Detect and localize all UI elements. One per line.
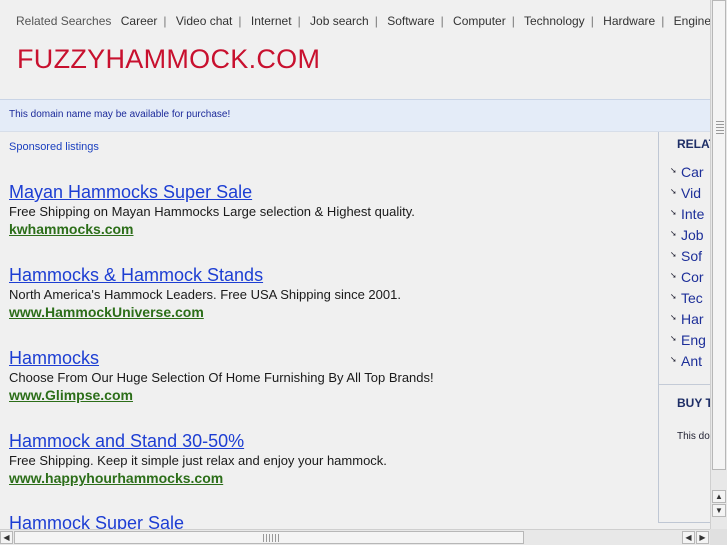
arrow-left-icon: ◀ [685,533,692,542]
scroll-left-button[interactable]: ◀ [0,531,13,544]
arrow-down-icon: ▼ [715,506,723,515]
sidebar-item-label: Job [681,227,704,243]
top-nav-link-technology[interactable]: Technology [524,14,585,28]
page-viewport: Related Searches Career | Video chat | Int… [0,0,710,529]
scrollbar-corner [710,529,727,545]
arrow-left-icon: ◀ [3,533,10,542]
top-nav-link-job-search[interactable]: Job search [310,14,369,28]
listing-item: Hammock and Stand 30-50% Free Shipping. … [9,430,387,487]
sidebar-divider [659,384,710,385]
horizontal-scrollbar[interactable]: ◀ ◀ ▶ [0,529,710,545]
sidebar-item[interactable]: ➘ Tec [670,290,706,311]
scroll-down-button[interactable]: ▼ [712,504,726,517]
top-nav-link-video-chat[interactable]: Video chat [176,14,233,28]
banner-text: This domain name may be available for pu… [9,109,231,120]
sidebar-related-list: ➘ Car ➘ Vid ➘ Inte ➘ Job ➘ Sof ➘ Cor ➘ Tec ➘ Har… [670,164,706,374]
top-nav-link-hardware[interactable]: Hardware [603,14,655,28]
listing-url-link[interactable]: kwhammocks.com [9,220,415,238]
vertical-scrollbar[interactable]: ▲ ▼ [710,0,727,529]
sidebar-item[interactable]: ➘ Inte [670,206,706,227]
sidebar-item[interactable]: ➘ Car [670,164,706,185]
arrow-icon: ➘ [670,187,677,196]
arrow-up-icon: ▲ [715,492,723,501]
listing-item: Mayan Hammocks Super Sale Free Shipping … [9,181,415,238]
sidebar-item-label: Car [681,164,704,180]
scroll-right-button[interactable]: ▶ [696,531,709,544]
arrow-icon: ➘ [670,292,677,301]
related-searches-label: Related Searches [16,14,112,28]
listing-title-link[interactable]: Hammocks & Hammock Stands [9,264,401,286]
sidebar-item-label: Sof [681,248,703,264]
sidebar-item-label: Ant [681,353,703,369]
top-nav-link-computer[interactable]: Computer [453,14,506,28]
scroll-up-button[interactable]: ▲ [712,490,726,503]
separator: | [440,14,444,28]
sidebar-item-label: Cor [681,269,704,285]
arrow-icon: ➘ [670,166,677,175]
separator: | [163,14,167,28]
separator: | [511,14,515,28]
arrow-icon: ➘ [670,229,677,238]
arrow-icon: ➘ [670,208,677,217]
sidebar-item[interactable]: ➘ Vid [670,185,706,206]
listing-description: Choose From Our Huge Selection Of Home F… [9,370,434,385]
sidebar-item[interactable]: ➘ Har [670,311,706,332]
separator: | [297,14,301,28]
listing-description: Free Shipping on Mayan Hammocks Large se… [9,204,415,219]
grip-icon [716,121,724,135]
sidebar-buy-text: This dom [677,431,710,442]
sponsored-listings-label: Sponsored listings [9,141,99,153]
listing-url-link[interactable]: www.happyhourhammocks.com [9,469,387,487]
sidebar-item[interactable]: ➘ Ant [670,353,706,374]
sidebar-item-label: Eng [681,332,706,348]
sidebar-item[interactable]: ➘ Eng [670,332,706,353]
separator: | [374,14,378,28]
sidebar-item[interactable]: ➘ Cor [670,269,706,290]
sidebar-item-label: Vid [681,185,701,201]
related-sidebar: RELAT ➘ Car ➘ Vid ➘ Inte ➘ Job ➘ Sof ➘ Cor ➘ Te… [658,132,710,523]
arrow-icon: ➘ [670,313,677,322]
top-nav-link-software[interactable]: Software [387,14,434,28]
domain-sale-banner: This domain name may be available for pu… [0,99,727,132]
arrow-icon: ➘ [670,355,677,364]
arrow-icon: ➘ [670,334,677,343]
listing-item: Hammocks Choose From Our Huge Selection … [9,347,434,404]
listing-title-link[interactable]: Mayan Hammocks Super Sale [9,181,415,203]
separator: | [238,14,242,28]
sidebar-item[interactable]: ➘ Job [670,227,706,248]
listing-title-link[interactable]: Hammock and Stand 30-50% [9,430,387,452]
sidebar-related-heading: RELAT [677,137,710,151]
listing-url-link[interactable]: www.Glimpse.com [9,386,434,404]
listing-item: Hammock Super Sale [9,512,184,529]
arrow-right-icon: ▶ [699,533,706,542]
sidebar-item-label: Har [681,311,704,327]
sidebar-item-label: Tec [681,290,703,306]
sidebar-item-label: Inte [681,206,705,222]
listing-item: Hammocks & Hammock Stands North America'… [9,264,401,321]
scroll-left-button-secondary[interactable]: ◀ [682,531,695,544]
arrow-icon: ➘ [670,250,677,259]
sidebar-buy-heading: BUY T [677,396,710,410]
sidebar-item[interactable]: ➘ Sof [670,248,706,269]
top-nav-link-internet[interactable]: Internet [251,14,292,28]
site-title: FUZZYHAMMOCK.COM [17,44,321,74]
listing-title-link[interactable]: Hammocks [9,347,434,369]
grip-icon [263,534,279,542]
listing-title-link[interactable]: Hammock Super Sale [9,512,184,529]
related-searches-bar: Related Searches Career | Video chat | Int… [16,14,710,28]
separator: | [661,14,665,28]
horizontal-scroll-thumb[interactable] [14,531,524,544]
listing-url-link[interactable]: www.HammockUniverse.com [9,303,401,321]
arrow-icon: ➘ [670,271,677,280]
vertical-scroll-thumb[interactable] [712,0,726,470]
listing-description: Free Shipping. Keep it simple just relax… [9,453,387,468]
listing-description: North America's Hammock Leaders. Free US… [9,287,401,302]
top-nav-link-career[interactable]: Career [121,14,158,28]
top-nav-link-engineering[interactable]: Engineering [674,14,710,28]
separator: | [590,14,594,28]
